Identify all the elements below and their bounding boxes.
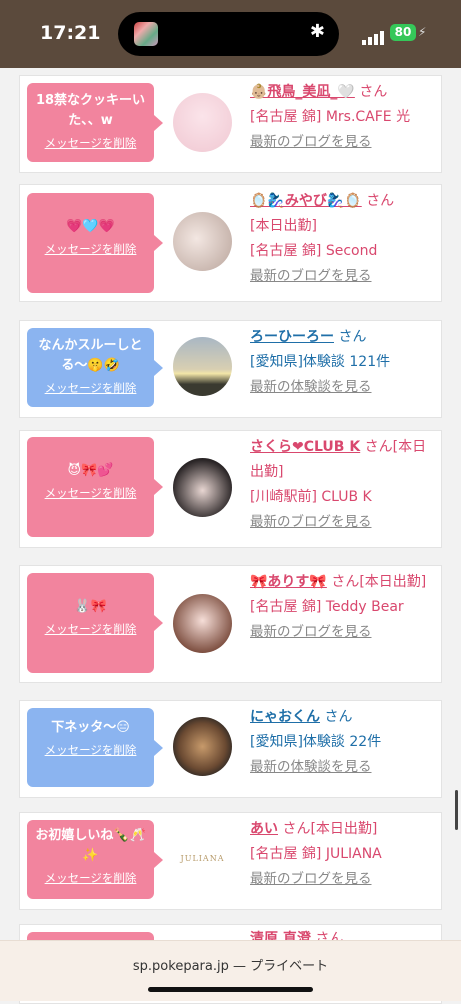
attendance-status: [本日出勤] bbox=[250, 218, 317, 234]
user-name-link[interactable]: にゃおくん bbox=[250, 709, 320, 725]
honorific: さん bbox=[324, 709, 353, 725]
delete-message-link[interactable]: メッセージを削除 bbox=[31, 870, 150, 886]
message-card: 😈🎀💕 メッセージを削除 さくら❤CLUB K さん[本日出勤] [川崎駅前] … bbox=[19, 430, 442, 548]
shop-info: [川崎駅前] CLUB K bbox=[250, 489, 372, 505]
avatar[interactable] bbox=[173, 458, 232, 517]
latest-blog-link[interactable]: 最新のブログを見る bbox=[250, 871, 372, 887]
message-text: 18禁なクッキーいた、、w bbox=[35, 93, 146, 128]
message-text: 💗🩵💗 bbox=[66, 219, 115, 234]
message-bubble: 💗🩵💗 メッセージを削除 bbox=[27, 193, 163, 293]
charging-icon: ⚡ bbox=[418, 25, 427, 39]
latest-review-link[interactable]: 最新の体験談を見る bbox=[250, 379, 372, 395]
message-text: なんかスルーしとる〜🤫🤣 bbox=[38, 338, 143, 373]
shop-info: [名古屋 錦] Mrs.CAFE 光 bbox=[250, 109, 411, 125]
message-bubble: 😈🎀💕 メッセージを削除 bbox=[27, 437, 163, 537]
message-bubble: なんかスルーしとる〜🤫🤣 メッセージを削除 bbox=[27, 328, 163, 407]
avatar[interactable] bbox=[173, 717, 232, 776]
signal-icon bbox=[362, 26, 386, 45]
delete-message-link[interactable]: メッセージを削除 bbox=[31, 485, 150, 501]
scrollbar[interactable] bbox=[455, 790, 458, 830]
latest-blog-link[interactable]: 最新のブログを見る bbox=[250, 514, 372, 530]
user-name-link[interactable]: 🪞🧞‍♀️みやび🧞‍♀️🪞 bbox=[250, 193, 362, 209]
message-text: 😈🎀💕 bbox=[67, 463, 114, 478]
message-card: なんかスルーしとる〜🤫🤣 メッセージを削除 ろーひーろー さん [愛知県]体験談… bbox=[19, 320, 442, 418]
user-name-link[interactable]: 👶🏼飛鳥_美凪_🤍 bbox=[250, 84, 355, 100]
user-name-link[interactable]: 🎀ありす🎀 bbox=[250, 574, 327, 590]
latest-review-link[interactable]: 最新の体験談を見る bbox=[250, 759, 372, 775]
message-card: お初嬉しいね🍾🥂✨ メッセージを削除 JULIANA あい さん[本日出勤] [… bbox=[19, 812, 442, 910]
review-count: [愛知県]体験談 121件 bbox=[250, 354, 391, 370]
message-card: 🐰🎀 メッセージを削除 🎀ありす🎀 さん[本日出勤] [名古屋 錦] Teddy… bbox=[19, 565, 442, 683]
message-card: 下ネッタ〜😑 メッセージを削除 にゃおくん さん [愛知県]体験談 22件 最新… bbox=[19, 700, 442, 798]
shop-info: [名古屋 錦] Teddy Bear bbox=[250, 599, 404, 615]
user-name-link[interactable]: あい bbox=[250, 821, 278, 837]
avatar[interactable] bbox=[173, 212, 232, 271]
honorific: さん bbox=[366, 193, 395, 209]
latest-blog-link[interactable]: 最新のブログを見る bbox=[250, 268, 372, 284]
honorific: さん[本日出勤] bbox=[282, 821, 378, 837]
latest-blog-link[interactable]: 最新のブログを見る bbox=[250, 624, 372, 640]
message-bubble: 🐰🎀 メッセージを削除 bbox=[27, 573, 163, 673]
message-bubble: 下ネッタ〜😑 メッセージを削除 bbox=[27, 708, 163, 787]
now-playing-thumbnail bbox=[134, 22, 158, 46]
shop-info: [名古屋 錦] JULIANA bbox=[250, 846, 382, 862]
browser-address-bar[interactable]: sp.pokepara.jp — プライベート bbox=[0, 940, 461, 1001]
delete-message-link[interactable]: メッセージを削除 bbox=[31, 241, 150, 257]
honorific: さん bbox=[359, 84, 388, 100]
battery-icon: 80 bbox=[390, 24, 416, 41]
message-card: 💗🩵💗 メッセージを削除 🪞🧞‍♀️みやび🧞‍♀️🪞 さん [本日出勤] [名古… bbox=[19, 184, 442, 302]
avatar-logo[interactable]: JULIANA bbox=[173, 829, 232, 888]
avatar[interactable] bbox=[173, 93, 232, 152]
user-name-link[interactable]: さくら❤CLUB K bbox=[250, 439, 360, 455]
bluetooth-icon: ✱ bbox=[309, 21, 325, 42]
delete-message-link[interactable]: メッセージを削除 bbox=[31, 742, 150, 758]
home-indicator[interactable] bbox=[148, 987, 313, 992]
status-bar: 17:21 ✱ 80 ⚡ bbox=[0, 0, 461, 68]
avatar[interactable] bbox=[173, 594, 232, 653]
message-text: 🐰🎀 bbox=[74, 599, 107, 614]
message-bubble: 18禁なクッキーいた、、w メッセージを削除 bbox=[27, 83, 163, 162]
honorific: さん bbox=[338, 329, 367, 345]
dynamic-island: ✱ bbox=[118, 12, 339, 56]
message-text: お初嬉しいね🍾🥂✨ bbox=[35, 828, 146, 863]
message-text: 下ネッタ〜😑 bbox=[51, 720, 130, 735]
latest-blog-link[interactable]: 最新のブログを見る bbox=[250, 134, 372, 150]
avatar[interactable] bbox=[173, 337, 232, 396]
message-bubble: お初嬉しいね🍾🥂✨ メッセージを削除 bbox=[27, 820, 163, 899]
url-text: sp.pokepara.jp — プライベート bbox=[132, 959, 329, 974]
honorific: さん[本日出勤] bbox=[331, 574, 427, 590]
user-name-link[interactable]: ろーひーろー bbox=[250, 329, 334, 345]
clock: 17:21 bbox=[40, 22, 101, 44]
delete-message-link[interactable]: メッセージを削除 bbox=[31, 135, 150, 151]
delete-message-link[interactable]: メッセージを削除 bbox=[31, 380, 150, 396]
review-count: [愛知県]体験談 22件 bbox=[250, 734, 382, 750]
shop-logo-text: JULIANA bbox=[180, 854, 225, 863]
delete-message-link[interactable]: メッセージを削除 bbox=[31, 621, 150, 637]
message-card: 18禁なクッキーいた、、w メッセージを削除 👶🏼飛鳥_美凪_🤍 さん [名古屋… bbox=[19, 75, 442, 173]
shop-info: [名古屋 錦] Second bbox=[250, 243, 378, 259]
